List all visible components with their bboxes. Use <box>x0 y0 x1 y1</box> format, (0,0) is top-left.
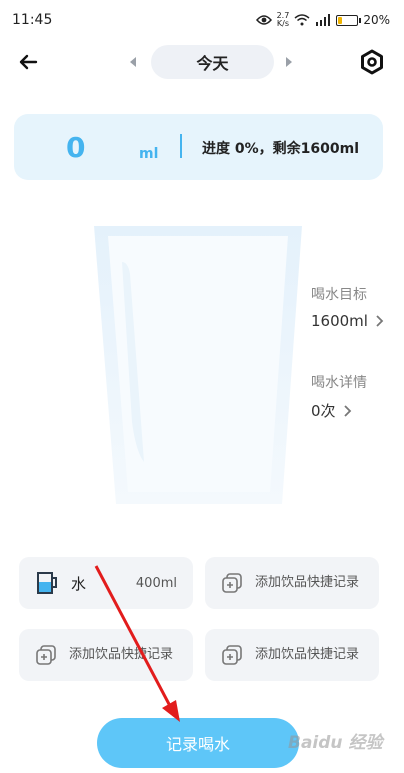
watermark-logo: Baidu 经验 <box>288 733 383 753</box>
detail-label: 喝水详情 <box>311 375 367 391</box>
shortcut-amount: 400ml <box>135 575 177 591</box>
top-bar: 今天 <box>0 42 404 82</box>
status-time: 11:45 <box>12 12 53 28</box>
goal-row[interactable]: 1600ml <box>311 312 384 330</box>
glass-illustration <box>94 226 302 504</box>
card-divider <box>180 134 182 158</box>
cup-icon <box>37 572 57 594</box>
shortcut-add-drink[interactable]: 添加饮品快捷记录 <box>205 629 379 681</box>
detail-section[interactable]: 喝水详情 0次 <box>311 372 367 421</box>
settings-icon[interactable] <box>358 48 386 76</box>
wifi-icon <box>294 14 310 26</box>
status-bar: 11:45 2.7 K/s 20% <box>0 0 404 40</box>
date-label: 今天 <box>196 54 229 73</box>
goal-value: 1600ml <box>311 312 368 330</box>
shortcut-label: 添加饮品快捷记录 <box>255 575 360 590</box>
goal-section[interactable]: 喝水目标 1600ml <box>311 284 384 330</box>
shortcut-label: 添加饮品快捷记录 <box>255 647 360 662</box>
signal-icon <box>316 14 331 26</box>
detail-row[interactable]: 0次 <box>311 400 367 421</box>
chevron-right-icon <box>376 315 384 327</box>
record-button-label: 记录喝水 <box>165 735 230 754</box>
shortcut-water[interactable]: 水 400ml <box>19 557 193 609</box>
add-drink-icon <box>222 645 242 665</box>
detail-value: 0次 <box>311 402 336 420</box>
battery-icon <box>336 14 362 26</box>
record-drink-button[interactable]: 记录喝水 <box>97 718 299 768</box>
net-speed: 2.7 K/s <box>276 11 290 28</box>
shortcut-label: 添加饮品快捷记录 <box>69 647 174 662</box>
back-arrow-icon[interactable] <box>14 48 42 76</box>
progress-card: 0 ml 进度 0%，剩余1600ml <box>14 114 383 180</box>
next-day-icon[interactable] <box>282 55 296 69</box>
status-icons: 2.7 K/s 20% <box>255 11 390 28</box>
add-drink-icon <box>222 573 242 593</box>
shortcut-name: 水 <box>71 574 87 593</box>
add-drink-icon <box>36 645 56 665</box>
shortcut-add-drink[interactable]: 添加饮品快捷记录 <box>205 557 379 609</box>
date-selector[interactable]: 今天 <box>151 45 274 79</box>
prev-day-icon[interactable] <box>126 55 140 69</box>
battery-percent: 20% <box>363 13 390 27</box>
goal-label: 喝水目标 <box>311 287 367 303</box>
drink-unit: ml <box>139 146 159 162</box>
drink-amount: 0 <box>66 131 86 164</box>
shortcut-add-drink[interactable]: 添加饮品快捷记录 <box>19 629 193 681</box>
progress-summary: 进度 0%，剩余1600ml <box>202 141 359 157</box>
chevron-right-icon <box>343 404 351 417</box>
eye-icon <box>255 15 272 25</box>
